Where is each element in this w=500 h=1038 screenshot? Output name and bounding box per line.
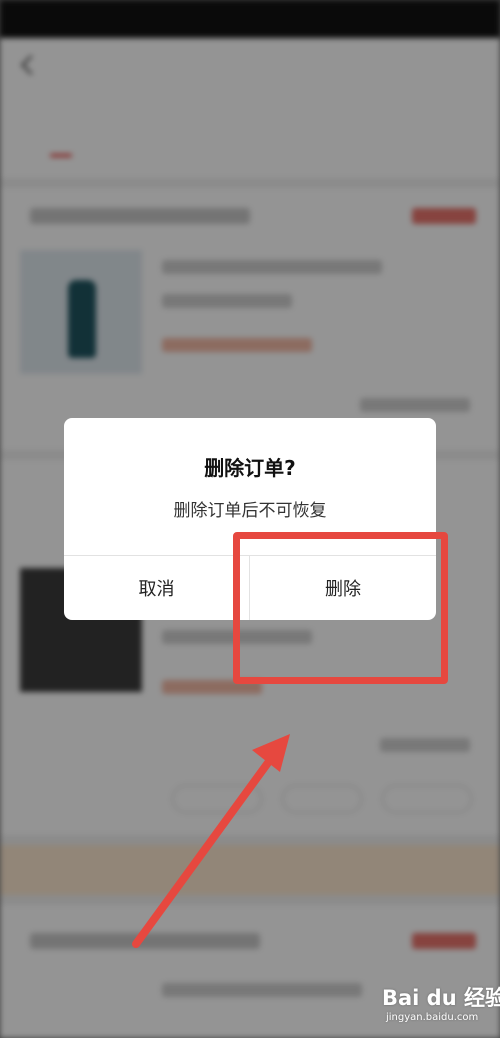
watermark-logo: Bai du 经验 [382, 986, 500, 1010]
watermark-url: jingyan.baidu.com [386, 1012, 479, 1023]
baidu-jingyan-watermark: Bai du 经验 jingyan.baidu.com [382, 982, 500, 1032]
pointer-arrow-icon [132, 734, 290, 948]
